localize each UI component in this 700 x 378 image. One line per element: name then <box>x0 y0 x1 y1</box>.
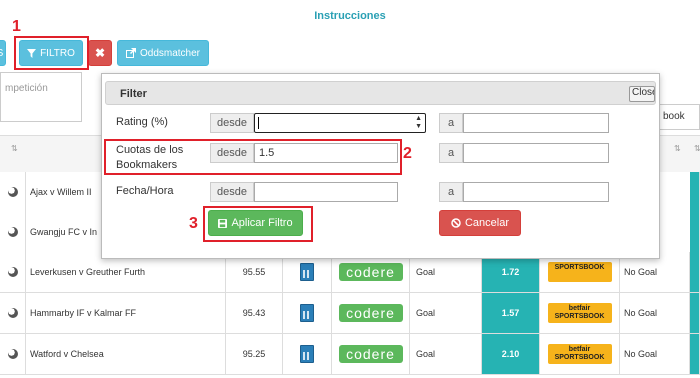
instructions-link[interactable]: Instrucciones <box>0 10 700 22</box>
bet-type: Goal <box>416 267 436 277</box>
bet-type: Goal <box>416 349 436 359</box>
table-row[interactable]: Watford v Chelsea 95.25 codere Goal 2.10… <box>0 334 700 375</box>
cancel-button[interactable]: Cancelar <box>439 210 521 236</box>
text-cursor <box>258 117 259 129</box>
soccer-ball-icon <box>7 227 18 237</box>
calculator-icon[interactable] <box>300 304 314 322</box>
annotation-2: 2 <box>403 145 412 162</box>
filter-dialog-title: Filter <box>120 88 147 100</box>
date-to-addon: a <box>439 182 463 202</box>
clear-filter-button[interactable]: ✖ <box>88 40 112 66</box>
cancel-label: Cancelar <box>464 217 510 229</box>
bet-type: Goal <box>416 308 436 318</box>
odds-cell <box>690 212 700 252</box>
date-to-input[interactable] <box>463 182 609 202</box>
rating-value: 95.25 <box>242 349 266 359</box>
close-button[interactable]: Close <box>629 86 655 102</box>
page: Instrucciones S FILTRO ✖ Oddsmatcher 1 m… <box>0 0 700 378</box>
bookmaker-logo: codere <box>338 304 403 322</box>
exchange-logo: SPORTSBOOK <box>547 262 612 282</box>
annotation-box-3 <box>203 206 313 242</box>
rating-from-input[interactable]: ▲ ▼ <box>254 113 426 133</box>
exchange-logo: betfair SPORTSBOOK <box>547 344 612 364</box>
calculator-icon[interactable] <box>300 263 314 281</box>
sort-icon[interactable]: ⇅ <box>11 144 18 153</box>
partial-left-button[interactable]: S <box>0 40 6 66</box>
soccer-ball-icon <box>7 187 18 197</box>
soccer-ball-icon <box>7 308 18 318</box>
odds-value: 1.72 <box>501 267 520 277</box>
odds-to-input[interactable] <box>463 143 609 163</box>
event-name: Leverkusen v Greuther Furth <box>30 267 146 277</box>
event-name: Watford v Chelsea <box>30 349 104 359</box>
odds-cell <box>690 172 700 212</box>
sort-icon[interactable]: ⇅ <box>694 144 700 153</box>
oddsmatcher-button[interactable]: Oddsmatcher <box>117 40 209 66</box>
annotation-1: 1 <box>12 18 21 35</box>
odds-to-addon: a <box>439 143 463 163</box>
spinner-icon[interactable]: ▲ ▼ <box>415 115 422 131</box>
rating-to-addon: a <box>439 113 463 133</box>
rating-label: Rating (%) <box>116 116 168 128</box>
rating-to-input[interactable] <box>463 113 609 133</box>
external-link-icon <box>125 48 136 58</box>
times-icon: ✖ <box>94 46 106 60</box>
lay-type: No Goal <box>624 267 658 277</box>
date-label: Fecha/Hora <box>116 185 174 197</box>
ban-icon <box>451 218 461 228</box>
bookmaker-logo: codere <box>338 263 403 281</box>
date-from-input[interactable] <box>254 182 398 202</box>
soccer-ball-icon <box>7 267 18 277</box>
date-from-addon: desde <box>210 182 254 202</box>
sort-icon[interactable]: ⇅ <box>674 144 681 153</box>
event-name: Hammarby IF v Kalmar FF <box>30 308 137 318</box>
annotation-box-1 <box>14 36 89 70</box>
event-name: Ajax v Willem II <box>30 187 92 197</box>
oddsmatcher-label: Oddsmatcher <box>139 47 201 59</box>
exchange-logo: betfair SPORTSBOOK <box>547 303 612 323</box>
rating-from-addon: desde <box>210 113 254 133</box>
bookmaker-select-value: book <box>663 111 685 122</box>
rating-value: 95.55 <box>242 267 266 277</box>
event-name: Gwangju FC v In <box>30 227 98 237</box>
odds-value: 2.10 <box>501 349 520 359</box>
odds-value: 1.57 <box>501 308 520 318</box>
calculator-icon[interactable] <box>300 345 314 363</box>
competition-field[interactable]: mpetición <box>0 72 82 122</box>
rating-value: 95.43 <box>242 308 266 318</box>
bookmaker-logo: codere <box>338 345 403 363</box>
filter-dialog-header: Filter Close <box>105 81 656 105</box>
partial-left-label: S <box>0 48 3 59</box>
bookmaker-select[interactable]: book <box>658 104 700 130</box>
annotation-3: 3 <box>189 215 198 232</box>
odds-cell <box>690 252 700 292</box>
annotation-box-2 <box>104 139 402 175</box>
competition-placeholder: mpetición <box>5 83 48 94</box>
odds-cell <box>690 293 700 333</box>
table-row[interactable]: Hammarby IF v Kalmar FF 95.43 codere Goa… <box>0 293 700 334</box>
odds-cell <box>690 334 700 374</box>
soccer-ball-icon <box>7 349 18 359</box>
lay-type: No Goal <box>624 349 658 359</box>
lay-type: No Goal <box>624 308 658 318</box>
